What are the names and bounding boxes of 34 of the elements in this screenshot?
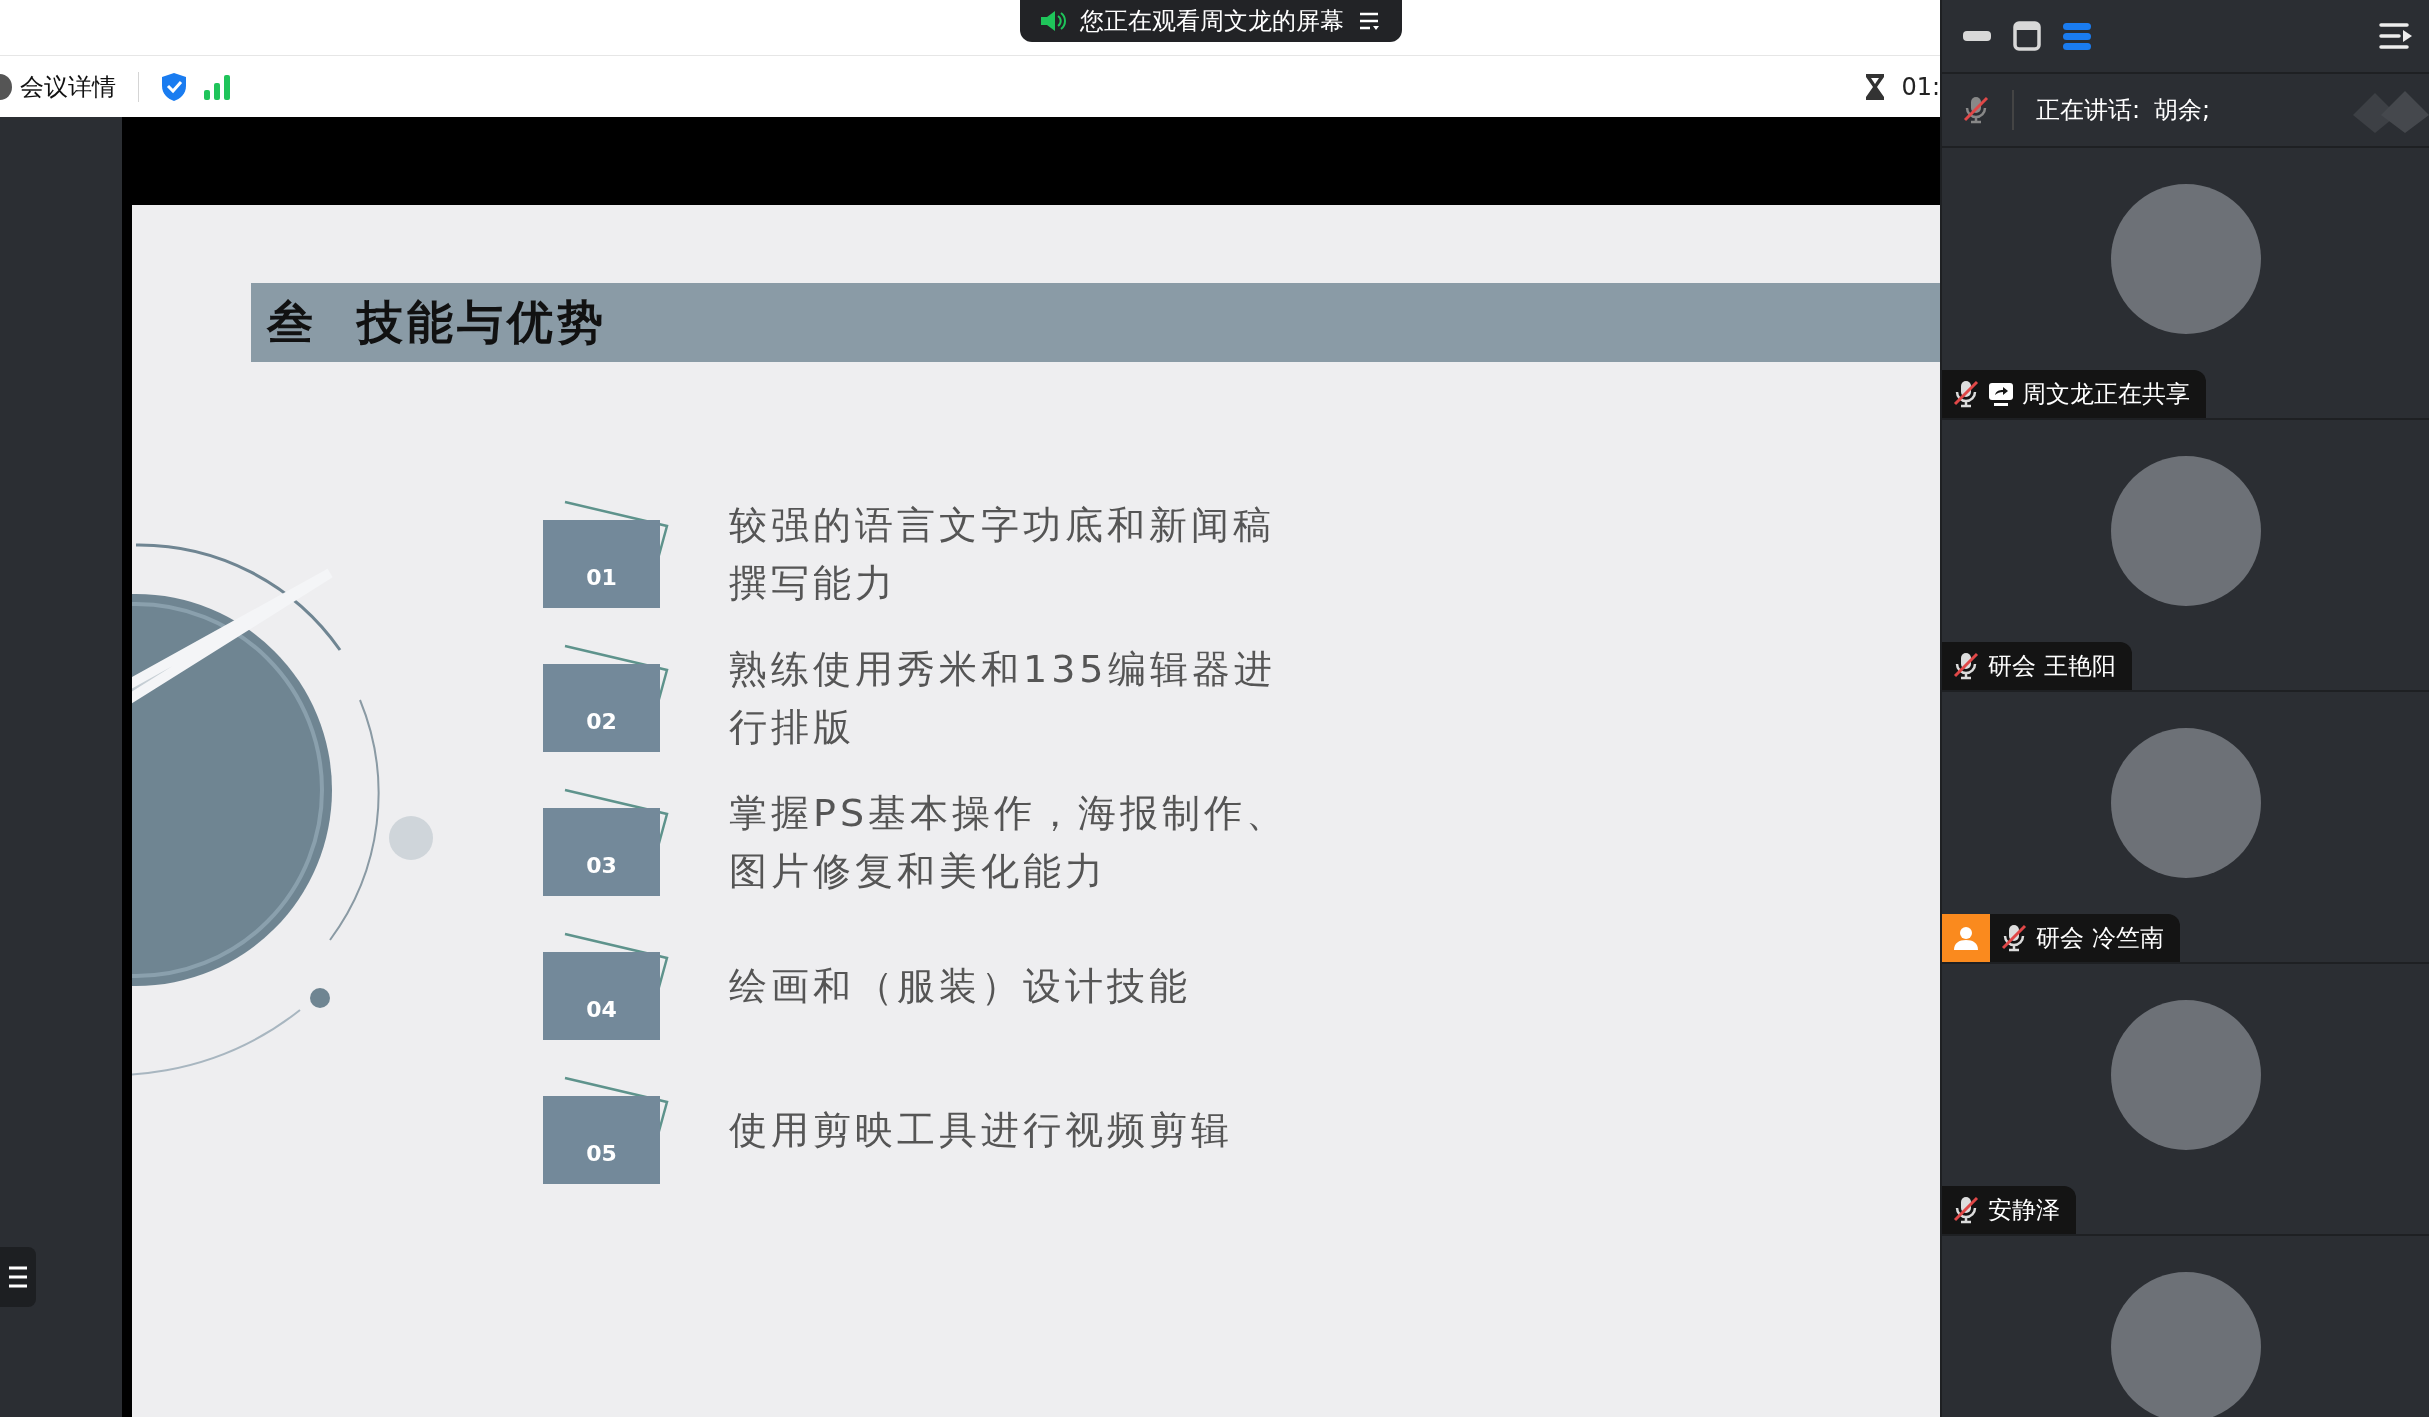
shield-check-icon	[161, 71, 187, 102]
speaker-name: 胡余;	[2154, 95, 2211, 126]
timer-text: 01:	[1901, 72, 1940, 101]
menu-icon	[9, 1265, 27, 1289]
info-icon	[0, 73, 12, 100]
number-badge: 01	[543, 520, 660, 608]
skill-text: 熟练使用秀米和135编辑器进 行排版	[729, 646, 1276, 751]
number-badge: 02	[543, 664, 660, 752]
skill-text: 绘画和（服装）设计技能	[729, 963, 1191, 1010]
participant-name: 安静泽	[1988, 1195, 2060, 1226]
signal-bars-icon	[203, 73, 231, 100]
participant-name: 研会 冷竺南	[2036, 923, 2164, 954]
window-icon[interactable]	[2012, 21, 2042, 51]
collapse-panel-icon[interactable]	[2379, 21, 2413, 51]
section-number: 叁	[267, 293, 317, 351]
participant-name: 周文龙正在共享	[2022, 379, 2190, 410]
speaking-label: 正在讲话:	[2036, 95, 2141, 126]
slide-title: 技能与优势	[357, 293, 607, 351]
muted-mic-icon	[1962, 95, 1990, 125]
skill-text: 较强的语言文字功底和新闻稿 撰写能力	[729, 502, 1275, 607]
meeting-info-button[interactable]: 会议详情	[0, 70, 116, 103]
number-badge: 05	[543, 1096, 660, 1184]
banner-text: 您正在观看周文龙的屏幕	[1080, 6, 1344, 37]
skill-text: 掌握PS基本操作，海报制作、 图片修复和美化能力	[729, 790, 1289, 895]
menu-icon[interactable]	[1358, 10, 1382, 32]
participant-name: 研会 王艳阳	[1988, 651, 2116, 682]
hourglass-icon	[1865, 72, 1886, 101]
menu-button[interactable]	[0, 1247, 36, 1307]
speaker-icon	[1040, 9, 1066, 33]
person-icon	[1953, 926, 1979, 950]
number-badge: 03	[543, 808, 660, 896]
list-view-icon[interactable]	[2062, 21, 2092, 51]
skill-text: 使用剪映工具进行视频剪辑	[729, 1107, 1233, 1154]
number-badge: 04	[543, 952, 660, 1040]
